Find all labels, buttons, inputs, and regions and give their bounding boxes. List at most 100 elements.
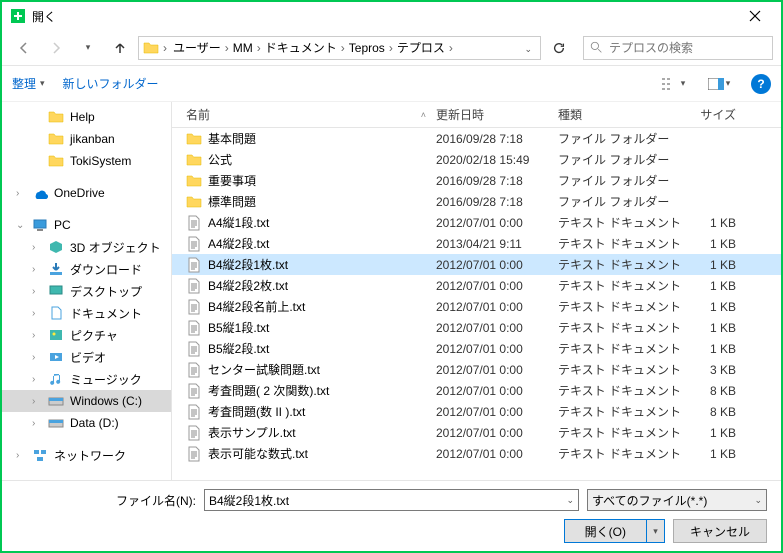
folder-icon	[48, 131, 64, 147]
tree-item[interactable]: ›Windows (C:)	[2, 390, 171, 412]
file-size: 1 KB	[686, 216, 746, 230]
expand-icon[interactable]: ›	[32, 418, 35, 429]
file-row[interactable]: B4縦2段名前上.txt2012/07/01 0:00テキスト ドキュメント1 …	[172, 296, 781, 317]
help-button[interactable]: ?	[751, 74, 771, 94]
file-date: 2016/09/28 7:18	[436, 132, 558, 146]
expand-icon[interactable]: ›	[32, 374, 35, 385]
tree-item[interactable]: ›ダウンロード	[2, 258, 171, 280]
file-name: B5縦2段.txt	[208, 340, 436, 357]
file-row[interactable]: 基本問題2016/09/28 7:18ファイル フォルダー	[172, 128, 781, 149]
tree-item[interactable]: ›ビデオ	[2, 346, 171, 368]
music-icon	[48, 371, 64, 387]
file-row[interactable]: B5縦1段.txt2012/07/01 0:00テキスト ドキュメント1 KB	[172, 317, 781, 338]
file-date: 2012/07/01 0:00	[436, 258, 558, 272]
file-name: 表示サンプル.txt	[208, 424, 436, 441]
expand-icon[interactable]: ›	[16, 188, 19, 199]
expand-icon[interactable]: ›	[32, 242, 35, 253]
search-box[interactable]	[583, 36, 773, 60]
desktop-icon	[48, 283, 64, 299]
tree-item[interactable]: ›ピクチャ	[2, 324, 171, 346]
breadcrumb-segment[interactable]: Tepros	[347, 41, 387, 55]
chevron-down-icon[interactable]: ⌄	[566, 495, 574, 506]
file-row[interactable]: B4縦2段2枚.txt2012/07/01 0:00テキスト ドキュメント1 K…	[172, 275, 781, 296]
column-headers[interactable]: 名前˄ 更新日時 種類 サイズ	[172, 102, 781, 128]
file-size: 1 KB	[686, 321, 746, 335]
chevron-down-icon: ⌄	[754, 495, 762, 506]
new-folder-button[interactable]: 新しいフォルダー	[63, 75, 159, 92]
tree-item[interactable]: ›ドキュメント	[2, 302, 171, 324]
filename-label: ファイル名(N):	[16, 492, 196, 509]
file-row[interactable]: 考査問題(数 II ).txt2012/07/01 0:00テキスト ドキュメン…	[172, 401, 781, 422]
tree-item[interactable]: TokiSystem	[2, 150, 171, 172]
tree-item[interactable]: Help	[2, 106, 171, 128]
chevron-down-icon: ▾	[726, 78, 731, 89]
preview-pane-button[interactable]: ▾	[705, 72, 733, 96]
search-input[interactable]	[609, 41, 766, 55]
file-row[interactable]: B5縦2段.txt2012/07/01 0:00テキスト ドキュメント1 KB	[172, 338, 781, 359]
expand-icon[interactable]: ›	[32, 352, 35, 363]
breadcrumb-segment[interactable]: ドキュメント	[263, 41, 339, 55]
arrow-left-icon	[16, 40, 32, 56]
txt-icon	[186, 278, 202, 294]
file-row[interactable]: A4縦1段.txt2012/07/01 0:00テキスト ドキュメント1 KB	[172, 212, 781, 233]
tree-item[interactable]: ›ネットワーク	[2, 444, 171, 466]
expand-icon[interactable]: ›	[32, 264, 35, 275]
up-button[interactable]	[106, 34, 134, 62]
view-options-button[interactable]: ▾	[659, 72, 687, 96]
refresh-button[interactable]	[545, 36, 573, 60]
back-button[interactable]	[10, 34, 38, 62]
tree-item[interactable]: ›Data (D:)	[2, 412, 171, 434]
expand-icon[interactable]: ›	[32, 396, 35, 407]
address-bar[interactable]: › ユーザー›MM›ドキュメント›Tepros›テプロス› ⌄	[138, 36, 541, 60]
tree-item[interactable]: ›3D オブジェクト	[2, 236, 171, 258]
file-list[interactable]: 基本問題2016/09/28 7:18ファイル フォルダー公式2020/02/1…	[172, 128, 781, 480]
breadcrumb-segment[interactable]: MM	[231, 41, 255, 55]
close-button[interactable]	[733, 3, 777, 29]
tree-item[interactable]: jikanban	[2, 128, 171, 150]
folder-icon	[186, 131, 202, 147]
tree-item[interactable]: ›デスクトップ	[2, 280, 171, 302]
file-row[interactable]: 表示サンプル.txt2012/07/01 0:00テキスト ドキュメント1 KB	[172, 422, 781, 443]
file-type: テキスト ドキュメント	[558, 319, 686, 336]
file-row[interactable]: 公式2020/02/18 15:49ファイル フォルダー	[172, 149, 781, 170]
tree-item[interactable]: ⌄PC	[2, 214, 171, 236]
open-button[interactable]: 開く(O) ▾	[564, 519, 665, 543]
expand-icon[interactable]: ›	[32, 330, 35, 341]
open-dropdown[interactable]: ▾	[646, 520, 664, 542]
cancel-button[interactable]: キャンセル	[673, 519, 767, 543]
forward-button[interactable]	[42, 34, 70, 62]
file-row[interactable]: 標準問題2016/09/28 7:18ファイル フォルダー	[172, 191, 781, 212]
expand-icon[interactable]: ›	[16, 450, 19, 461]
list-view-icon	[661, 77, 679, 91]
filename-input[interactable]	[209, 493, 566, 507]
file-date: 2013/04/21 9:11	[436, 237, 558, 251]
file-size: 1 KB	[686, 237, 746, 251]
folder-icon	[186, 194, 202, 210]
drive-icon	[48, 393, 64, 409]
expand-icon[interactable]: ›	[32, 286, 35, 297]
column-name[interactable]: 名前˄	[186, 106, 436, 123]
navigation-tree[interactable]: HelpjikanbanTokiSystem ›OneDrive ⌄PC›3D オブ…	[2, 102, 172, 480]
file-row[interactable]: センター試験問題.txt2012/07/01 0:00テキスト ドキュメント3 …	[172, 359, 781, 380]
file-row[interactable]: B4縦2段1枚.txt2012/07/01 0:00テキスト ドキュメント1 K…	[172, 254, 781, 275]
close-icon	[749, 10, 761, 22]
expand-icon[interactable]: ›	[32, 308, 35, 319]
expand-icon[interactable]: ⌄	[16, 220, 24, 231]
column-date[interactable]: 更新日時	[436, 106, 558, 123]
column-type[interactable]: 種類	[558, 106, 686, 123]
tree-item[interactable]: ›ミュージック	[2, 368, 171, 390]
filename-combo[interactable]: ⌄	[204, 489, 579, 511]
file-row[interactable]: A4縦2段.txt2013/04/21 9:11テキスト ドキュメント1 KB	[172, 233, 781, 254]
breadcrumb-segment[interactable]: テプロス	[395, 41, 447, 55]
address-dropdown[interactable]: ⌄	[520, 41, 536, 55]
file-row[interactable]: 考査問題( 2 次関数).txt2012/07/01 0:00テキスト ドキュメ…	[172, 380, 781, 401]
column-size[interactable]: サイズ	[686, 106, 746, 123]
file-type: ファイル フォルダー	[558, 151, 686, 168]
file-row[interactable]: 表示可能な数式.txt2012/07/01 0:00テキスト ドキュメント1 K…	[172, 443, 781, 464]
tree-item[interactable]: ›OneDrive	[2, 182, 171, 204]
file-row[interactable]: 重要事項2016/09/28 7:18ファイル フォルダー	[172, 170, 781, 191]
breadcrumb-segment[interactable]: ユーザー	[171, 41, 223, 55]
recent-button[interactable]: ▾	[74, 34, 102, 62]
file-type-filter[interactable]: すべてのファイル(*.*) ⌄	[587, 489, 767, 511]
organize-menu[interactable]: 整理	[12, 75, 45, 92]
